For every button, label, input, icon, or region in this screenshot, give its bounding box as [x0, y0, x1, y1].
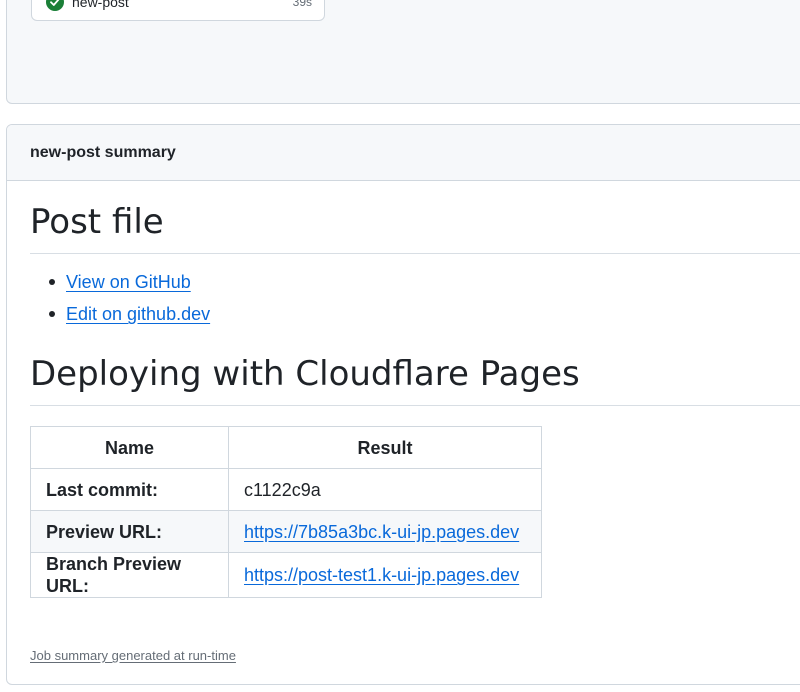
branch-preview-url-link[interactable]: https://post-test1.k-ui-jp.pages.dev	[244, 565, 519, 585]
deploy-table: Name Result Last commit: c1122c9a Previe…	[30, 426, 542, 598]
preview-url-cell: https://7b85a3bc.k-ui-jp.pages.dev	[228, 510, 542, 553]
summary-title: new-post summary	[30, 143, 176, 161]
view-on-github-link[interactable]: View on GitHub	[66, 272, 191, 292]
summary-body: Post file View on GitHub Edit on github.…	[7, 201, 800, 598]
check-circle-icon	[46, 0, 64, 11]
post-file-heading: Post file	[30, 201, 800, 254]
row-label: Last commit:	[30, 468, 229, 511]
table-header-row: Name Result	[30, 426, 542, 469]
table-row: Preview URL: https://7b85a3bc.k-ui-jp.pa…	[30, 510, 542, 553]
deploy-heading: Deploying with Cloudflare Pages	[30, 353, 800, 406]
job-duration: 39s	[292, 0, 312, 9]
column-header-name: Name	[30, 426, 229, 469]
column-header-result: Result	[228, 426, 542, 469]
edit-on-github-dev-link[interactable]: Edit on github.dev	[66, 304, 210, 324]
commit-hash: c1122c9a	[228, 468, 542, 511]
job-card-new-post[interactable]: new-post 39s	[31, 0, 325, 21]
preview-url-link[interactable]: https://7b85a3bc.k-ui-jp.pages.dev	[244, 522, 519, 542]
post-file-links: View on GitHub Edit on github.dev	[30, 271, 800, 335]
list-item: View on GitHub	[30, 271, 800, 303]
table-row: Last commit: c1122c9a	[30, 468, 542, 511]
branch-preview-url-cell: https://post-test1.k-ui-jp.pages.dev	[228, 552, 542, 598]
row-label: Preview URL:	[30, 510, 229, 553]
summary-header: new-post summary	[7, 125, 800, 181]
jobs-panel: new-post 39s	[6, 0, 800, 104]
job-summary-note-link[interactable]: Job summary generated at run-time	[30, 648, 236, 663]
job-summary: new-post summary Post file View on GitHu…	[6, 124, 800, 685]
job-name: new-post	[72, 0, 129, 10]
table-row: Branch Preview URL: https://post-test1.k…	[30, 552, 542, 598]
row-label: Branch Preview URL:	[30, 552, 229, 598]
list-item: Edit on github.dev	[30, 303, 800, 335]
